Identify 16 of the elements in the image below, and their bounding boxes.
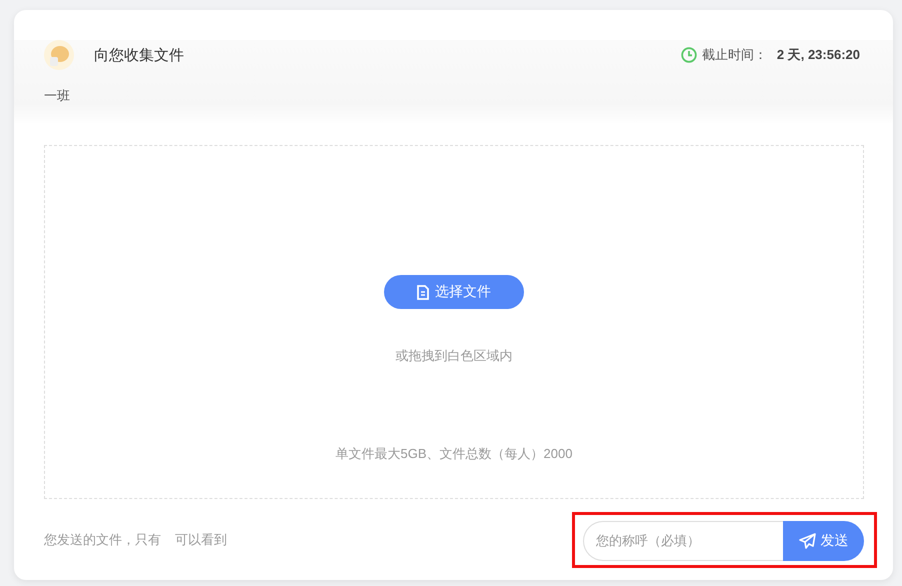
drag-hint: 或拖拽到白色区域内 [396, 347, 512, 365]
deadline-label: 截止时间： [702, 46, 767, 64]
choose-file-button[interactable]: 选择文件 [384, 275, 524, 309]
clock-icon [680, 47, 697, 63]
privacy-notice: 您发送的文件，只有 [44, 530, 161, 548]
avatar-icon [44, 40, 74, 70]
file-icon [417, 284, 429, 300]
privacy-notice: 可以看到 [175, 530, 227, 548]
send-button[interactable]: 发送 [783, 520, 864, 560]
group-name: 一班 [44, 87, 71, 105]
page-title: 向您收集文件 [94, 46, 184, 64]
name-field[interactable]: 您的称呼（必填） [583, 520, 783, 560]
drop-zone[interactable]: 选择文件 或拖拽到白色区域内 单文件最大5GB、文件总数（每人）2000 [44, 145, 864, 499]
upload-limits: 单文件最大5GB、文件总数（每人）2000 [336, 445, 572, 463]
deadline-value: 2 天, 23:56:20 [776, 46, 860, 64]
send-icon [798, 532, 816, 548]
